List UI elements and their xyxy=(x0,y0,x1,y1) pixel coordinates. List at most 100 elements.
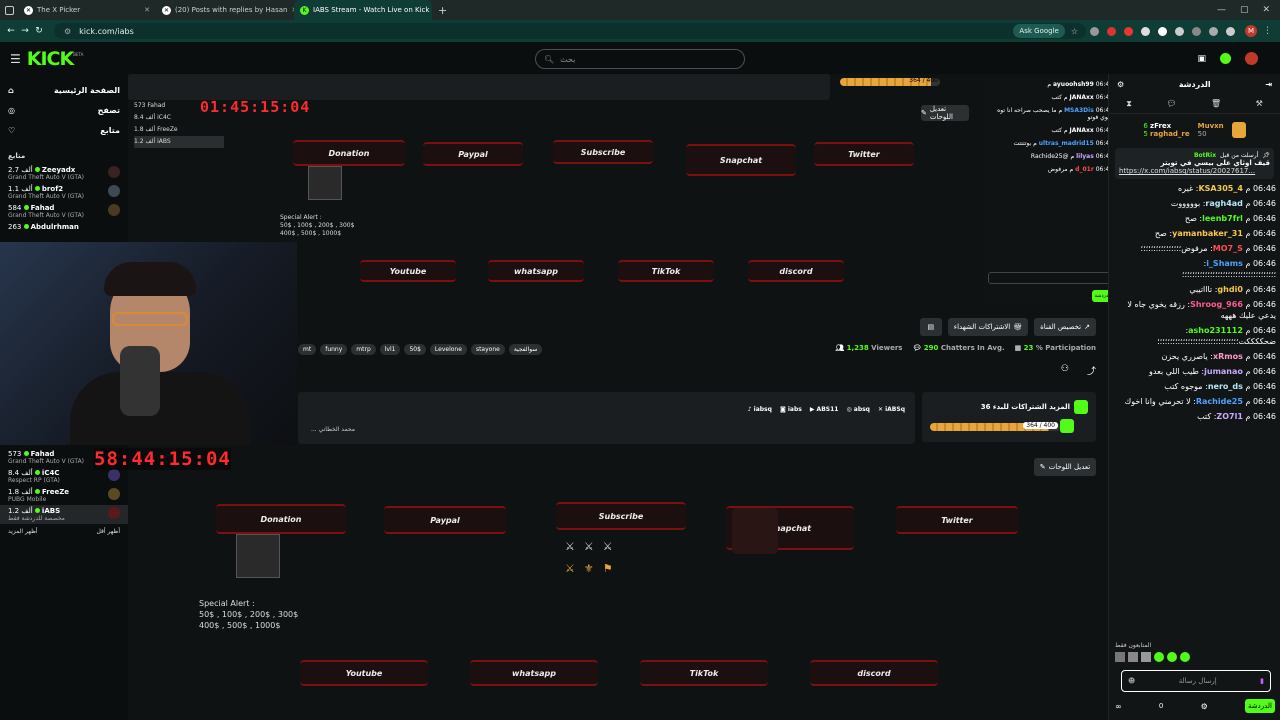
user-avatar[interactable] xyxy=(1245,52,1258,65)
theatre-mode-icon[interactable]: ▣ xyxy=(1197,54,1206,64)
tag[interactable]: 50$ xyxy=(404,344,426,355)
sidebar-item-following[interactable]: ♡ متابع xyxy=(0,120,128,140)
chat-bubble-icon[interactable]: 💬︎ xyxy=(1166,99,1176,108)
sidepanel-icon[interactable] xyxy=(1226,26,1235,36)
reload-icon[interactable]: ↻ xyxy=(32,26,46,36)
emote-icon[interactable] xyxy=(1141,652,1151,662)
sidebar-channel[interactable]: 263 Abdulrhman xyxy=(0,221,128,233)
browser-tab-active[interactable]: KIABS Stream - Watch Live on Kick✕ xyxy=(294,0,432,20)
extension-icon[interactable] xyxy=(1107,26,1116,36)
pinned-message[interactable]: 📌︎ أرسلت من قبل BotRix قيف اوثاي على بيسي … xyxy=(1115,148,1274,179)
emote-icon[interactable] xyxy=(1128,652,1138,662)
tag[interactable]: mtrp xyxy=(351,344,376,355)
emote-icon[interactable] xyxy=(1180,652,1190,662)
donation-panel[interactable]: Donation xyxy=(216,504,346,534)
new-tab-button[interactable]: + xyxy=(438,4,447,17)
paypal-panel[interactable]: Paypal xyxy=(384,506,506,534)
maximize-icon[interactable]: ▢ xyxy=(1240,5,1249,15)
emote-icon[interactable] xyxy=(1154,652,1164,662)
youtube-panel[interactable]: Youtube xyxy=(300,660,428,686)
social-link-instagram[interactable]: ◎ absq xyxy=(846,406,870,413)
leaderboard-entry[interactable]: 6 zFrex 5 raghad_re xyxy=(1143,122,1189,138)
chat-users-icon[interactable]: ∞ xyxy=(1115,702,1122,711)
settings-icon[interactable]: ⚙ xyxy=(1201,702,1208,711)
customize-channel-button[interactable]: تخصيص القناة ↗ xyxy=(1034,318,1096,336)
extensions-puzzle-icon[interactable] xyxy=(1192,26,1201,36)
social-link-tiktok[interactable]: ♪ iabsq xyxy=(748,406,772,413)
chat-send-button[interactable]: الدردشة xyxy=(1244,699,1275,713)
cast-icon[interactable] xyxy=(1209,26,1218,36)
tag[interactable]: lvl1 xyxy=(379,344,401,355)
sidebar-channel[interactable]: 2.7 ألف Zeeyadx Grand Theft Auto V (GTA) xyxy=(0,164,128,183)
chat-settings-icon[interactable]: ⚙ xyxy=(1117,80,1124,89)
pinned-link[interactable]: https://x.com/iabsq/status/20027617... xyxy=(1119,167,1270,175)
chat-input[interactable]: ☻ إرسال رسالة ▮ xyxy=(1121,670,1271,692)
back-icon[interactable]: ← xyxy=(4,26,18,36)
site-info-icon[interactable]: ⚙ xyxy=(64,27,71,36)
profile-avatar[interactable]: M xyxy=(1245,25,1257,37)
hourglass-icon[interactable]: ⧗ xyxy=(1126,99,1132,109)
social-link-youtube[interactable]: ▶ ABS11 xyxy=(810,406,839,413)
url-field[interactable]: ⚙ kick.com/iabs Ask Google ☆ xyxy=(54,23,1086,39)
user-plus-icon[interactable]: ⚇ xyxy=(1061,364,1069,377)
subscribe-panel[interactable]: Subscribe xyxy=(556,502,686,530)
whatsapp-panel[interactable]: whatsapp xyxy=(470,660,598,686)
tag[interactable]: Levelone xyxy=(429,344,467,355)
leaderboard-entry[interactable]: Muvxn 50 xyxy=(1198,122,1224,138)
search-input[interactable]: 🔍︎ بحث xyxy=(535,49,745,69)
minimize-icon[interactable]: — xyxy=(1217,5,1226,15)
paypal-panel-top[interactable]: Paypal xyxy=(423,142,523,166)
show-less-link[interactable]: أظهر أقل xyxy=(96,528,120,535)
social-link-discord[interactable]: ◙ iabs xyxy=(780,406,802,413)
forward-icon[interactable]: → xyxy=(18,26,32,36)
discord-panel[interactable]: discord xyxy=(810,660,938,686)
donation-panel-top[interactable]: Donation xyxy=(293,140,405,166)
whatsapp-panel-top[interactable]: whatsapp xyxy=(488,260,584,282)
show-more-link[interactable]: أظهر المزيد xyxy=(8,528,38,535)
kick-mic-icon[interactable]: ▮ xyxy=(1260,677,1264,685)
tab-overview-icon[interactable] xyxy=(0,0,18,20)
kick-logo[interactable]: KICK xyxy=(27,48,74,70)
sidebar-channel-active[interactable]: 1.2 ألف iABS مخصصة للدردشة فقط xyxy=(0,505,128,524)
extension-icon[interactable] xyxy=(1175,26,1184,36)
close-icon[interactable]: ✕ xyxy=(144,6,150,14)
sidebar-channel[interactable]: 1.8 ألف FreeZe PUBG Mobile xyxy=(0,486,128,505)
subscriptions-button[interactable]: الاشتراكات الشهداء 🎁︎ xyxy=(947,318,1029,336)
tiktok-panel-top[interactable]: TikTok xyxy=(618,260,714,282)
sidebar-item-browse[interactable]: ◎ تصفح xyxy=(0,100,128,120)
hammer-icon[interactable]: ⚒ xyxy=(1256,99,1263,108)
twitter-panel-top[interactable]: Twitter xyxy=(814,142,914,166)
trash-icon[interactable]: 🗑︎ xyxy=(1211,99,1221,108)
extension-icon[interactable] xyxy=(1141,26,1150,36)
edit-panels-button[interactable]: ✎ تعديل اللوحات xyxy=(1034,458,1096,476)
sidebar-item-home[interactable]: ⌂ الصفحة الرئيسية xyxy=(0,80,128,100)
clip-button[interactable]: ▤ xyxy=(919,318,942,336)
bookmark-star-icon[interactable]: ☆ xyxy=(1071,27,1078,36)
emoji-icon[interactable]: ☻ xyxy=(1128,677,1135,685)
extension-icon[interactable] xyxy=(1158,26,1167,36)
tag[interactable]: stayone xyxy=(470,344,505,355)
tag[interactable]: mt xyxy=(298,344,317,355)
sidebar-channel[interactable]: 584 Fahad Grand Theft Auto V (GTA) xyxy=(0,202,128,221)
extension-icon[interactable] xyxy=(1090,26,1099,36)
ask-google-button[interactable]: Ask Google xyxy=(1013,24,1065,38)
browser-menu-icon[interactable]: ⋮ xyxy=(1263,26,1272,36)
social-link-x[interactable]: ✕ iABSq xyxy=(878,406,905,413)
browser-tab[interactable]: ✕ The X Picker ✕ xyxy=(18,0,156,20)
emote-icon[interactable] xyxy=(1167,652,1177,662)
tag[interactable]: funny xyxy=(320,344,348,355)
browser-tab[interactable]: ✕(20) Posts with replies by Hasan✕ xyxy=(156,0,294,20)
mini-chat-input[interactable] xyxy=(988,272,1112,284)
subscribe-panel-top[interactable]: Subscribe xyxy=(553,140,653,164)
tiktok-panel[interactable]: TikTok xyxy=(640,660,768,686)
emote-icon[interactable] xyxy=(1115,652,1125,662)
discord-panel-top[interactable]: discord xyxy=(748,260,844,282)
snapchat-panel-top[interactable]: Snapchat xyxy=(686,144,796,176)
collapse-chat-icon[interactable]: ⇥ xyxy=(1265,80,1272,89)
tag[interactable]: سوالفجية xyxy=(508,344,543,355)
hamburger-menu-icon[interactable]: ☰ xyxy=(10,52,21,66)
youtube-panel-top[interactable]: Youtube xyxy=(360,260,456,282)
twitter-panel[interactable]: Twitter xyxy=(896,506,1018,534)
edit-panels-button-top[interactable]: ✎ تعديل اللوحات xyxy=(921,105,969,121)
close-window-icon[interactable]: ✕ xyxy=(1262,5,1270,15)
